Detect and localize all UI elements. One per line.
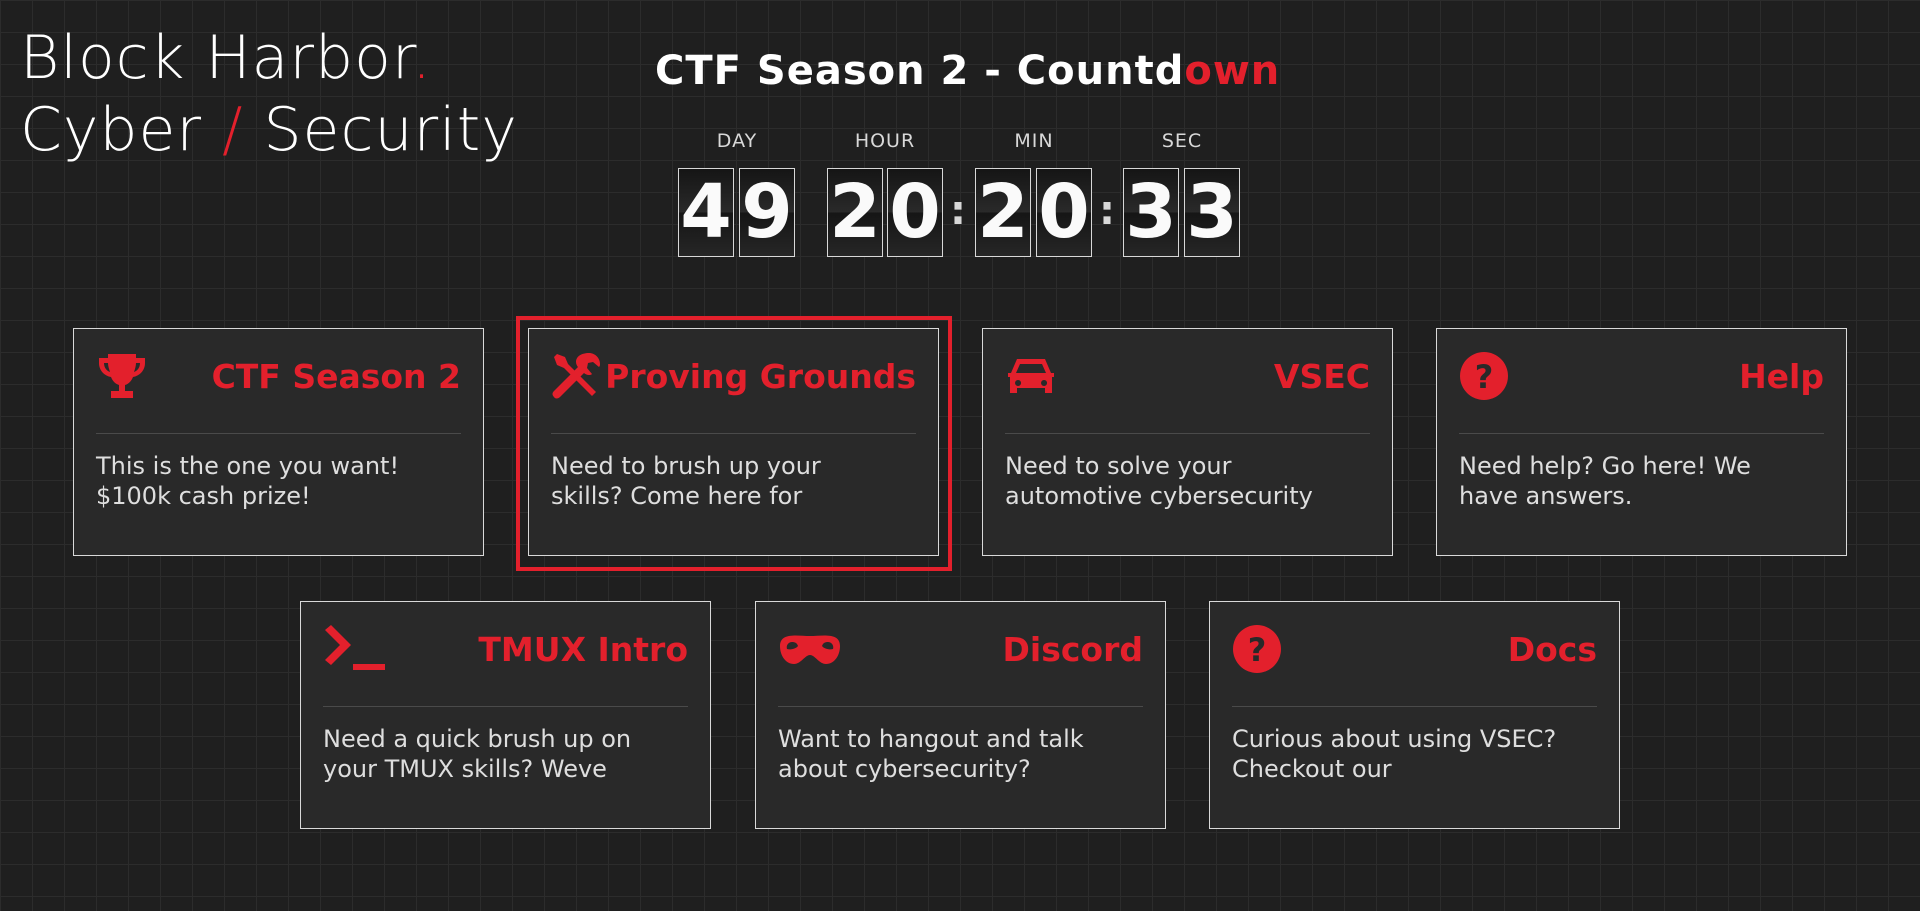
card-description: Need to solve your automotive cybersecur… — [1005, 452, 1313, 510]
svg-text:?: ? — [1248, 631, 1267, 669]
card-title: Discord — [1002, 630, 1143, 669]
brand-line-1: Block Harbor. — [20, 23, 433, 93]
card-divider — [1232, 706, 1597, 707]
day-label: DAY — [716, 130, 758, 152]
terminal-icon — [323, 624, 385, 674]
card-title: VSEC — [1273, 357, 1370, 396]
svg-text:?: ? — [1475, 358, 1494, 396]
trophy-icon — [96, 351, 148, 401]
card-description: This is the one you want! $100k cash pri… — [96, 452, 400, 510]
card-divider — [323, 706, 688, 707]
card-divider — [778, 706, 1143, 707]
card-help[interactable]: ? Help Need help? Go here! We have answe… — [1436, 328, 1847, 556]
hour-digit: 0 — [887, 168, 943, 257]
min-digit: 2 — [975, 168, 1031, 257]
card-title: Help — [1739, 357, 1824, 396]
card-title: CTF Season 2 — [211, 357, 461, 396]
hour-label: HOUR — [854, 130, 916, 152]
min-digit: 0 — [1036, 168, 1092, 257]
card-description: Want to hangout and talk about cybersecu… — [778, 725, 1084, 783]
sec-digit: 3 — [1184, 168, 1240, 257]
card-description: Need to brush up your skills? Come here … — [551, 452, 821, 510]
sec-digit: 3 — [1123, 168, 1179, 257]
card-description: Need help? Go here! We have answers. — [1459, 452, 1751, 510]
countdown-title: CTF Season 2 - Countdown — [655, 48, 1281, 94]
brand-slash: / — [222, 95, 244, 165]
card-vsec[interactable]: VSEC Need to solve your automotive cyber… — [982, 328, 1393, 556]
brand-logo: Block Harbor. Cyber / Security — [20, 22, 518, 166]
brand-line-2: Cyber / Security — [20, 95, 518, 165]
hour-digit: 2 — [827, 168, 883, 257]
question-circle-icon: ? — [1232, 624, 1284, 674]
card-divider — [1005, 433, 1370, 434]
card-ctf-season-2[interactable]: CTF Season 2 This is the one you want! $… — [73, 328, 484, 556]
card-title: Docs — [1507, 630, 1597, 669]
card-tmux-intro[interactable]: TMUX Intro Need a quick brush up on your… — [300, 601, 711, 829]
card-docs[interactable]: ? Docs Curious about using VSEC? Checkou… — [1209, 601, 1620, 829]
brand-dot: . — [411, 23, 433, 93]
card-divider — [551, 433, 916, 434]
day-digit: 9 — [739, 168, 795, 257]
card-title: TMUX Intro — [478, 630, 688, 669]
question-circle-icon: ? — [1459, 351, 1511, 401]
tools-icon — [551, 351, 603, 401]
card-description: Curious about using VSEC? Checkout our — [1232, 725, 1557, 783]
car-icon — [1005, 351, 1057, 401]
card-divider — [1459, 433, 1824, 434]
mask-icon — [778, 624, 840, 674]
day-digit: 4 — [678, 168, 734, 257]
card-divider — [96, 433, 461, 434]
time-separator: : — [1099, 188, 1115, 234]
card-discord[interactable]: Discord Want to hangout and talk about c… — [755, 601, 1166, 829]
card-proving-grounds[interactable]: Proving Grounds Need to brush up your sk… — [528, 328, 939, 556]
sec-label: SEC — [1161, 130, 1203, 152]
time-separator: : — [950, 188, 966, 234]
card-title: Proving Grounds — [605, 357, 916, 396]
card-description: Need a quick brush up on your TMUX skill… — [323, 725, 632, 783]
min-label: MIN — [1014, 130, 1054, 152]
